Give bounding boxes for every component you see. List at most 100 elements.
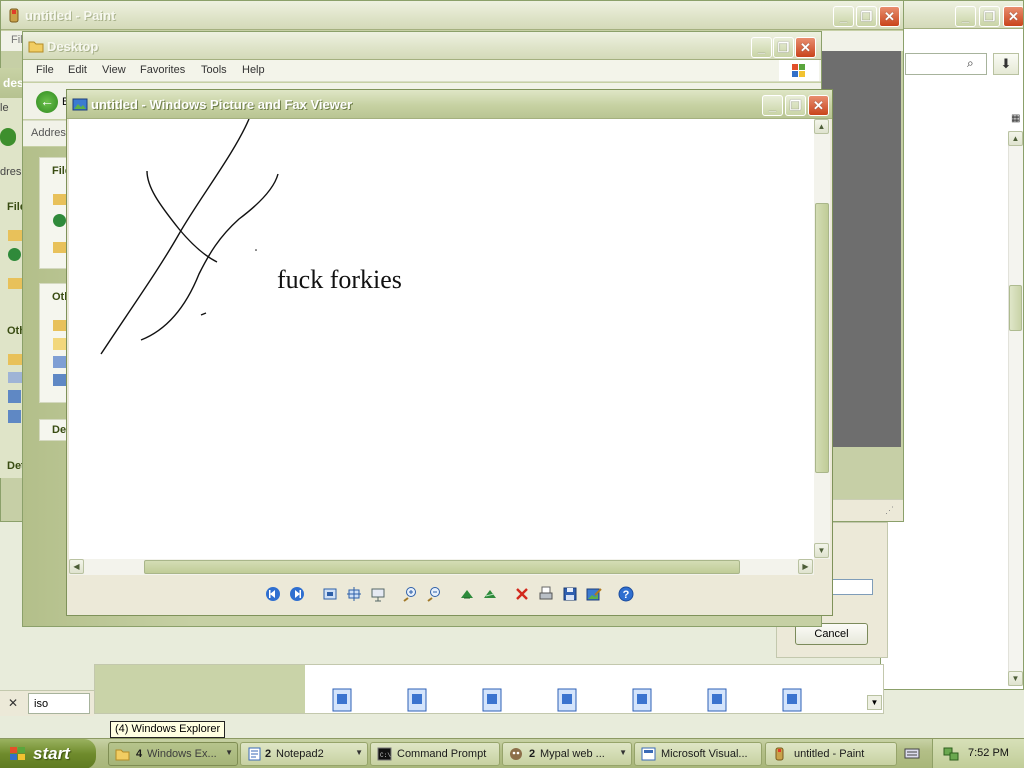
installer-file-icon[interactable] xyxy=(782,688,802,712)
next-image-icon[interactable] xyxy=(289,586,305,602)
print-icon[interactable] xyxy=(538,586,554,602)
back-arrow-icon[interactable]: ← xyxy=(36,91,58,113)
taskbar-item-mypal[interactable]: 2 Mypal web ... ▼ xyxy=(502,742,632,766)
horizontal-scrollbar[interactable]: ◀ ▶ xyxy=(69,559,814,575)
installer-file-icon[interactable] xyxy=(482,688,502,712)
task-count: 4 xyxy=(136,748,143,760)
task-label: Microsoft Visual... xyxy=(661,748,748,760)
scroll-up-button[interactable]: ▲ xyxy=(814,119,829,134)
start-button[interactable]: start xyxy=(0,739,96,768)
open-for-editing-icon[interactable] xyxy=(586,586,602,602)
taskbar-item-notepad2[interactable]: 2 Notepad2 ▼ xyxy=(240,742,368,766)
rotate-counterclockwise-icon[interactable] xyxy=(482,586,498,602)
dialog-input[interactable] xyxy=(831,579,873,595)
taskbar-item-paint[interactable]: untitled - Paint xyxy=(765,742,897,766)
paint-canvas-gray xyxy=(821,51,901,447)
task-label: Mypal web ... xyxy=(540,748,605,760)
folder-icon xyxy=(8,230,22,241)
close-button[interactable]: ✕ xyxy=(808,95,829,116)
menu-edit[interactable]: Edit xyxy=(68,64,87,76)
keyboard-language-icon[interactable] xyxy=(904,746,920,763)
folder-icon xyxy=(8,278,22,289)
menu-view[interactable]: View xyxy=(102,64,126,76)
chevron-down-icon: ▼ xyxy=(355,748,363,757)
installer-file-icon[interactable] xyxy=(332,688,352,712)
rotate-clockwise-icon[interactable] xyxy=(459,586,475,602)
explorer-menu-bar: File Edit View Favorites Tools Help xyxy=(23,60,821,82)
best-fit-icon[interactable] xyxy=(322,586,338,602)
previous-image-icon[interactable] xyxy=(265,586,281,602)
drive-icon xyxy=(8,372,22,383)
svg-text:C:\: C:\ xyxy=(380,752,391,759)
taskbar-item-microsoft-visual[interactable]: Microsoft Visual... xyxy=(634,742,762,766)
scroll-up-button[interactable]: ▲ xyxy=(1008,131,1023,146)
actual-size-icon[interactable] xyxy=(346,586,362,602)
back-arrow-icon[interactable] xyxy=(0,128,16,146)
image-caption-text: fuck forkies xyxy=(277,265,402,294)
minimize-button[interactable]: _ xyxy=(762,95,783,116)
close-button[interactable]: ✕ xyxy=(879,6,900,27)
taskbar-item-windows-explorer[interactable]: 4 Windows Ex... ▼ xyxy=(108,742,238,766)
zoom-out-icon[interactable] xyxy=(426,586,442,602)
help-icon[interactable]: ? xyxy=(618,586,634,602)
close-button[interactable]: ✕ xyxy=(1003,6,1023,27)
close-search-icon[interactable]: ✕ xyxy=(8,696,18,710)
save-icon[interactable] xyxy=(562,586,578,602)
taskbar-item-command-prompt[interactable]: C:\ Command Prompt xyxy=(370,742,500,766)
cancel-button-label: Cancel xyxy=(814,628,849,640)
image-display-area[interactable]: fuck forkies xyxy=(69,119,814,559)
menu-file[interactable]: File xyxy=(36,64,54,76)
vertical-scrollbar-thumb[interactable] xyxy=(815,203,829,473)
network-tray-icon[interactable] xyxy=(942,746,960,765)
maximize-button[interactable]: ❐ xyxy=(979,6,1000,27)
installer-file-icon[interactable] xyxy=(707,688,727,712)
search-icon[interactable]: ⌕ xyxy=(967,56,981,70)
list-scroll-down[interactable]: ▼ xyxy=(867,695,882,710)
scroll-left-button[interactable]: ◀ xyxy=(69,559,84,574)
grid-menu-icon[interactable]: ▦ xyxy=(1011,113,1020,124)
search-input[interactable] xyxy=(28,693,90,714)
minimize-button[interactable]: _ xyxy=(955,6,976,27)
tooltip-text: (4) Windows Explorer xyxy=(115,723,221,735)
sketch-dot xyxy=(255,249,257,251)
sketch-stroke xyxy=(200,312,207,316)
menu-tools[interactable]: Tools xyxy=(201,64,227,76)
menu-help[interactable]: Help xyxy=(242,64,265,76)
task-label: untitled - Paint xyxy=(794,748,865,760)
network-icon xyxy=(8,390,21,403)
maximize-button[interactable]: ❐ xyxy=(856,6,877,27)
svg-text:?: ? xyxy=(623,589,630,601)
menu-favorites[interactable]: Favorites xyxy=(140,64,185,76)
scroll-down-button[interactable]: ▼ xyxy=(1008,671,1023,686)
zoom-in-icon[interactable] xyxy=(402,586,418,602)
back-explorer-frag: le xyxy=(0,102,9,114)
minimize-button[interactable]: _ xyxy=(833,6,854,27)
scrollbar-thumb[interactable] xyxy=(1009,285,1022,331)
scroll-right-button[interactable]: ▶ xyxy=(798,559,813,574)
taskbar: start 4 Windows Ex... ▼ 2 Notepad2 ▼ C:\… xyxy=(0,738,1024,768)
installer-file-icon[interactable] xyxy=(407,688,427,712)
installer-file-icon[interactable] xyxy=(632,688,652,712)
paint-title: untitled - Paint xyxy=(25,8,116,23)
paint-menu-file[interactable]: Fil xyxy=(11,34,23,46)
scrollbar-track[interactable] xyxy=(1008,131,1023,686)
close-button[interactable]: ✕ xyxy=(795,37,816,58)
folder-icon xyxy=(53,194,67,205)
scroll-down-button[interactable]: ▼ xyxy=(814,543,829,558)
minimize-button[interactable]: _ xyxy=(751,37,772,58)
maximize-button[interactable]: ❐ xyxy=(773,37,794,58)
maximize-button[interactable]: ❐ xyxy=(785,95,806,116)
download-icon[interactable]: ⬇ xyxy=(993,53,1019,75)
mypal-browser-icon xyxy=(509,747,524,761)
delete-icon[interactable] xyxy=(514,586,530,602)
computer-icon xyxy=(53,356,67,368)
slideshow-icon[interactable] xyxy=(370,586,386,602)
clock[interactable]: 7:52 PM xyxy=(968,747,1009,759)
system-tray: 7:52 PM xyxy=(932,739,1024,768)
resize-grip-icon[interactable]: ⋰ xyxy=(885,505,894,516)
installer-file-icon[interactable] xyxy=(557,688,577,712)
vertical-scrollbar[interactable]: ▲ ▼ xyxy=(814,119,830,559)
explorer-title: Desktop xyxy=(47,39,99,54)
horizontal-scrollbar-thumb[interactable] xyxy=(144,560,740,574)
back-explorer-title-text: des xyxy=(3,76,24,90)
